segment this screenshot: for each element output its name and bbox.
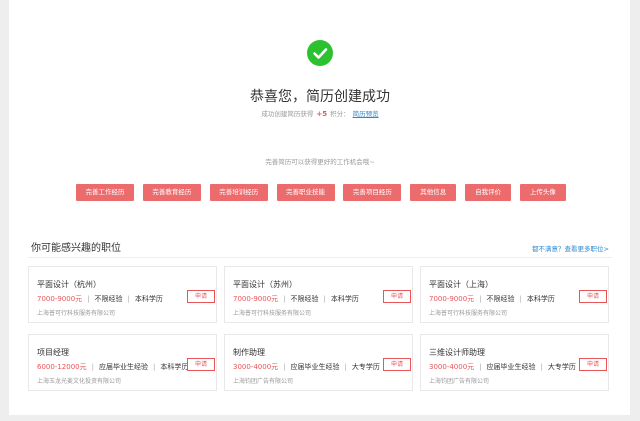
points-line: 成功创建简历获得 +5 积分： 简历预览 — [261, 110, 379, 118]
recommend-title: 你可能感兴趣的职位 — [31, 243, 121, 254]
job-salary: 3000-4000元 — [429, 363, 475, 371]
job-education: 本科学历 — [134, 295, 163, 303]
job-company: 上海玉龙光麦文化投资有限公司 — [37, 378, 122, 385]
improve-actions: 完善工作经历 完善教育经历 完善培训经历 完善职业技能 完善项目经历 其他信息 … — [76, 184, 566, 201]
success-title: 恭喜您，简历创建成功 — [250, 89, 390, 105]
job-meta: 7000-9000元 | 不限经验 | 本科学历 — [37, 295, 163, 303]
points-suffix: 积分 — [330, 110, 344, 118]
job-card[interactable]: 制作助理 3000-4000元 | 应届毕业生经验 | 大专学历 上海钧团广告有限公司 … — [224, 334, 413, 391]
job-salary: 6000-12000元 — [37, 363, 87, 371]
job-name: 三维设计师助理 — [429, 348, 485, 357]
add-skills-button[interactable]: 完善职业技能 — [276, 184, 335, 201]
resume-preview-link[interactable]: 简历预览 — [353, 110, 379, 118]
job-experience: 应届毕业生经验 — [98, 363, 148, 371]
apply-button[interactable]: 申请 — [187, 290, 215, 303]
job-company: 上海钧团广告有限公司 — [233, 378, 294, 385]
job-meta: 7000-9000元 | 不限经验 | 本科学历 — [429, 295, 555, 303]
job-name: 制作助理 — [233, 348, 265, 357]
other-info-button[interactable]: 其他信息 — [410, 184, 457, 201]
job-card[interactable]: 平面设计（苏州） 7000-9000元 | 不限经验 | 本科学历 上海普可行科技服务有… — [224, 266, 413, 323]
points-value: +5 — [316, 110, 328, 118]
job-card[interactable]: 三维设计师助理 3000-4000元 | 应届毕业生经验 | 大专学历 上海钧团广告有限… — [420, 334, 609, 391]
points-prefix: 成功创建简历获得 — [261, 110, 314, 118]
job-education: 大专学历 — [547, 363, 576, 371]
job-experience: 不限经验 — [290, 295, 319, 303]
self-evaluation-button[interactable]: 自我评价 — [465, 184, 512, 201]
add-education-button[interactable]: 完善教育经历 — [142, 184, 201, 201]
improve-hint: 完善简历可以获得更好的工作机会哦~ — [265, 158, 375, 166]
add-work-experience-button[interactable]: 完善工作经历 — [76, 184, 134, 201]
job-company: 上海普可行科技服务有限公司 — [233, 310, 312, 317]
job-experience: 应届毕业生经验 — [290, 363, 340, 371]
apply-button[interactable]: 申请 — [187, 358, 215, 371]
job-experience: 应届毕业生经验 — [486, 363, 536, 371]
job-education: 本科学历 — [160, 363, 189, 371]
add-projects-button[interactable]: 完善项目经历 — [343, 184, 402, 201]
apply-button[interactable]: 申请 — [383, 290, 411, 303]
job-salary: 7000-9000元 — [37, 295, 83, 303]
job-education: 本科学历 — [330, 295, 359, 303]
job-company: 上海普可行科技服务有限公司 — [429, 310, 508, 317]
job-experience: 不限经验 — [94, 295, 123, 303]
success-check-icon — [307, 40, 333, 66]
job-salary: 3000-4000元 — [233, 363, 279, 371]
job-name: 平面设计（杭州） — [37, 280, 101, 289]
job-name: 平面设计（苏州） — [233, 280, 297, 289]
job-name: 平面设计（上海） — [429, 280, 493, 289]
apply-button[interactable]: 申请 — [579, 290, 607, 303]
job-education: 本科学历 — [526, 295, 555, 303]
job-experience: 不限经验 — [486, 295, 515, 303]
job-meta: 3000-4000元 | 应届毕业生经验 | 大专学历 — [233, 363, 380, 371]
upload-avatar-button[interactable]: 上传头像 — [519, 184, 566, 201]
job-company: 上海普可行科技服务有限公司 — [37, 310, 116, 317]
more-jobs-link[interactable]: 都不满意？查看更多职位> — [532, 243, 609, 253]
job-meta: 3000-4000元 | 应届毕业生经验 | 大专学历 — [429, 363, 576, 371]
job-card[interactable]: 平面设计（杭州） 7000-9000元 | 不限经验 | 本科学历 上海普可行科技服务有… — [28, 266, 217, 323]
add-training-button[interactable]: 完善培训经历 — [209, 184, 268, 201]
section-divider — [28, 257, 612, 258]
job-meta: 6000-12000元 | 应届毕业生经验 | 本科学历 — [37, 363, 189, 371]
job-salary: 7000-9000元 — [233, 295, 279, 303]
job-card[interactable]: 项目经理 6000-12000元 | 应届毕业生经验 | 本科学历 上海玉龙光麦文化投资… — [28, 334, 217, 391]
job-company: 上海钧团广告有限公司 — [429, 378, 490, 385]
apply-button[interactable]: 申请 — [383, 358, 411, 371]
job-name: 项目经理 — [37, 348, 69, 357]
job-education: 大专学历 — [351, 363, 380, 371]
job-card[interactable]: 平面设计（上海） 7000-9000元 | 不限经验 | 本科学历 上海普可行科技服务有… — [420, 266, 609, 323]
job-meta: 7000-9000元 | 不限经验 | 本科学历 — [233, 295, 359, 303]
job-salary: 7000-9000元 — [429, 295, 475, 303]
apply-button[interactable]: 申请 — [579, 358, 607, 371]
